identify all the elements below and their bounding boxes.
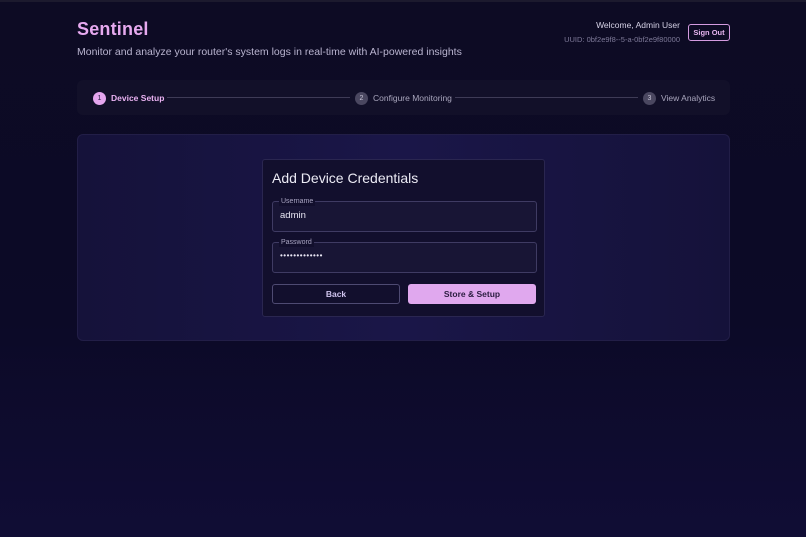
step-label: Device Setup	[111, 93, 165, 103]
page-header: Sentinel Monitor and analyze your router…	[77, 19, 730, 58]
user-info: Welcome, Admin User UUID: 0bf2e9f8--5-a-…	[564, 20, 680, 44]
sign-out-button[interactable]: Sign Out	[688, 24, 730, 41]
username-input[interactable]	[280, 210, 520, 221]
step-view-analytics[interactable]: 3 View Analytics	[643, 91, 715, 105]
back-button[interactable]: Back	[272, 284, 400, 304]
password-label: Password	[279, 238, 314, 247]
card-title: Add Device Credentials	[272, 170, 419, 186]
top-border	[0, 0, 806, 2]
app-subtitle: Monitor and analyze your router's system…	[77, 46, 462, 58]
password-field[interactable]: Password	[272, 238, 537, 273]
welcome-text: Welcome, Admin User	[596, 20, 680, 30]
step-connector	[455, 97, 638, 98]
credentials-card: Add Device Credentials Username Password…	[262, 159, 545, 317]
username-field[interactable]: Username	[272, 197, 537, 232]
step-connector	[167, 97, 350, 98]
step-number-badge: 1	[93, 91, 106, 105]
setup-stepper: 1 Device Setup 2 Configure Monitoring 3 …	[77, 80, 730, 115]
step-label: Configure Monitoring	[373, 93, 452, 103]
step-number-badge: 3	[643, 91, 656, 105]
step-label: View Analytics	[661, 93, 716, 103]
step-device-setup[interactable]: 1 Device Setup	[93, 91, 164, 105]
username-label: Username	[279, 197, 316, 206]
step-number-badge: 2	[355, 91, 368, 105]
store-setup-button[interactable]: Store & Setup	[408, 284, 536, 304]
uuid-text: UUID: 0bf2e9f8--5-a-0bf2e9f80000	[564, 35, 680, 44]
password-input[interactable]	[280, 251, 520, 260]
step-configure-monitoring[interactable]: 2 Configure Monitoring	[355, 91, 452, 105]
